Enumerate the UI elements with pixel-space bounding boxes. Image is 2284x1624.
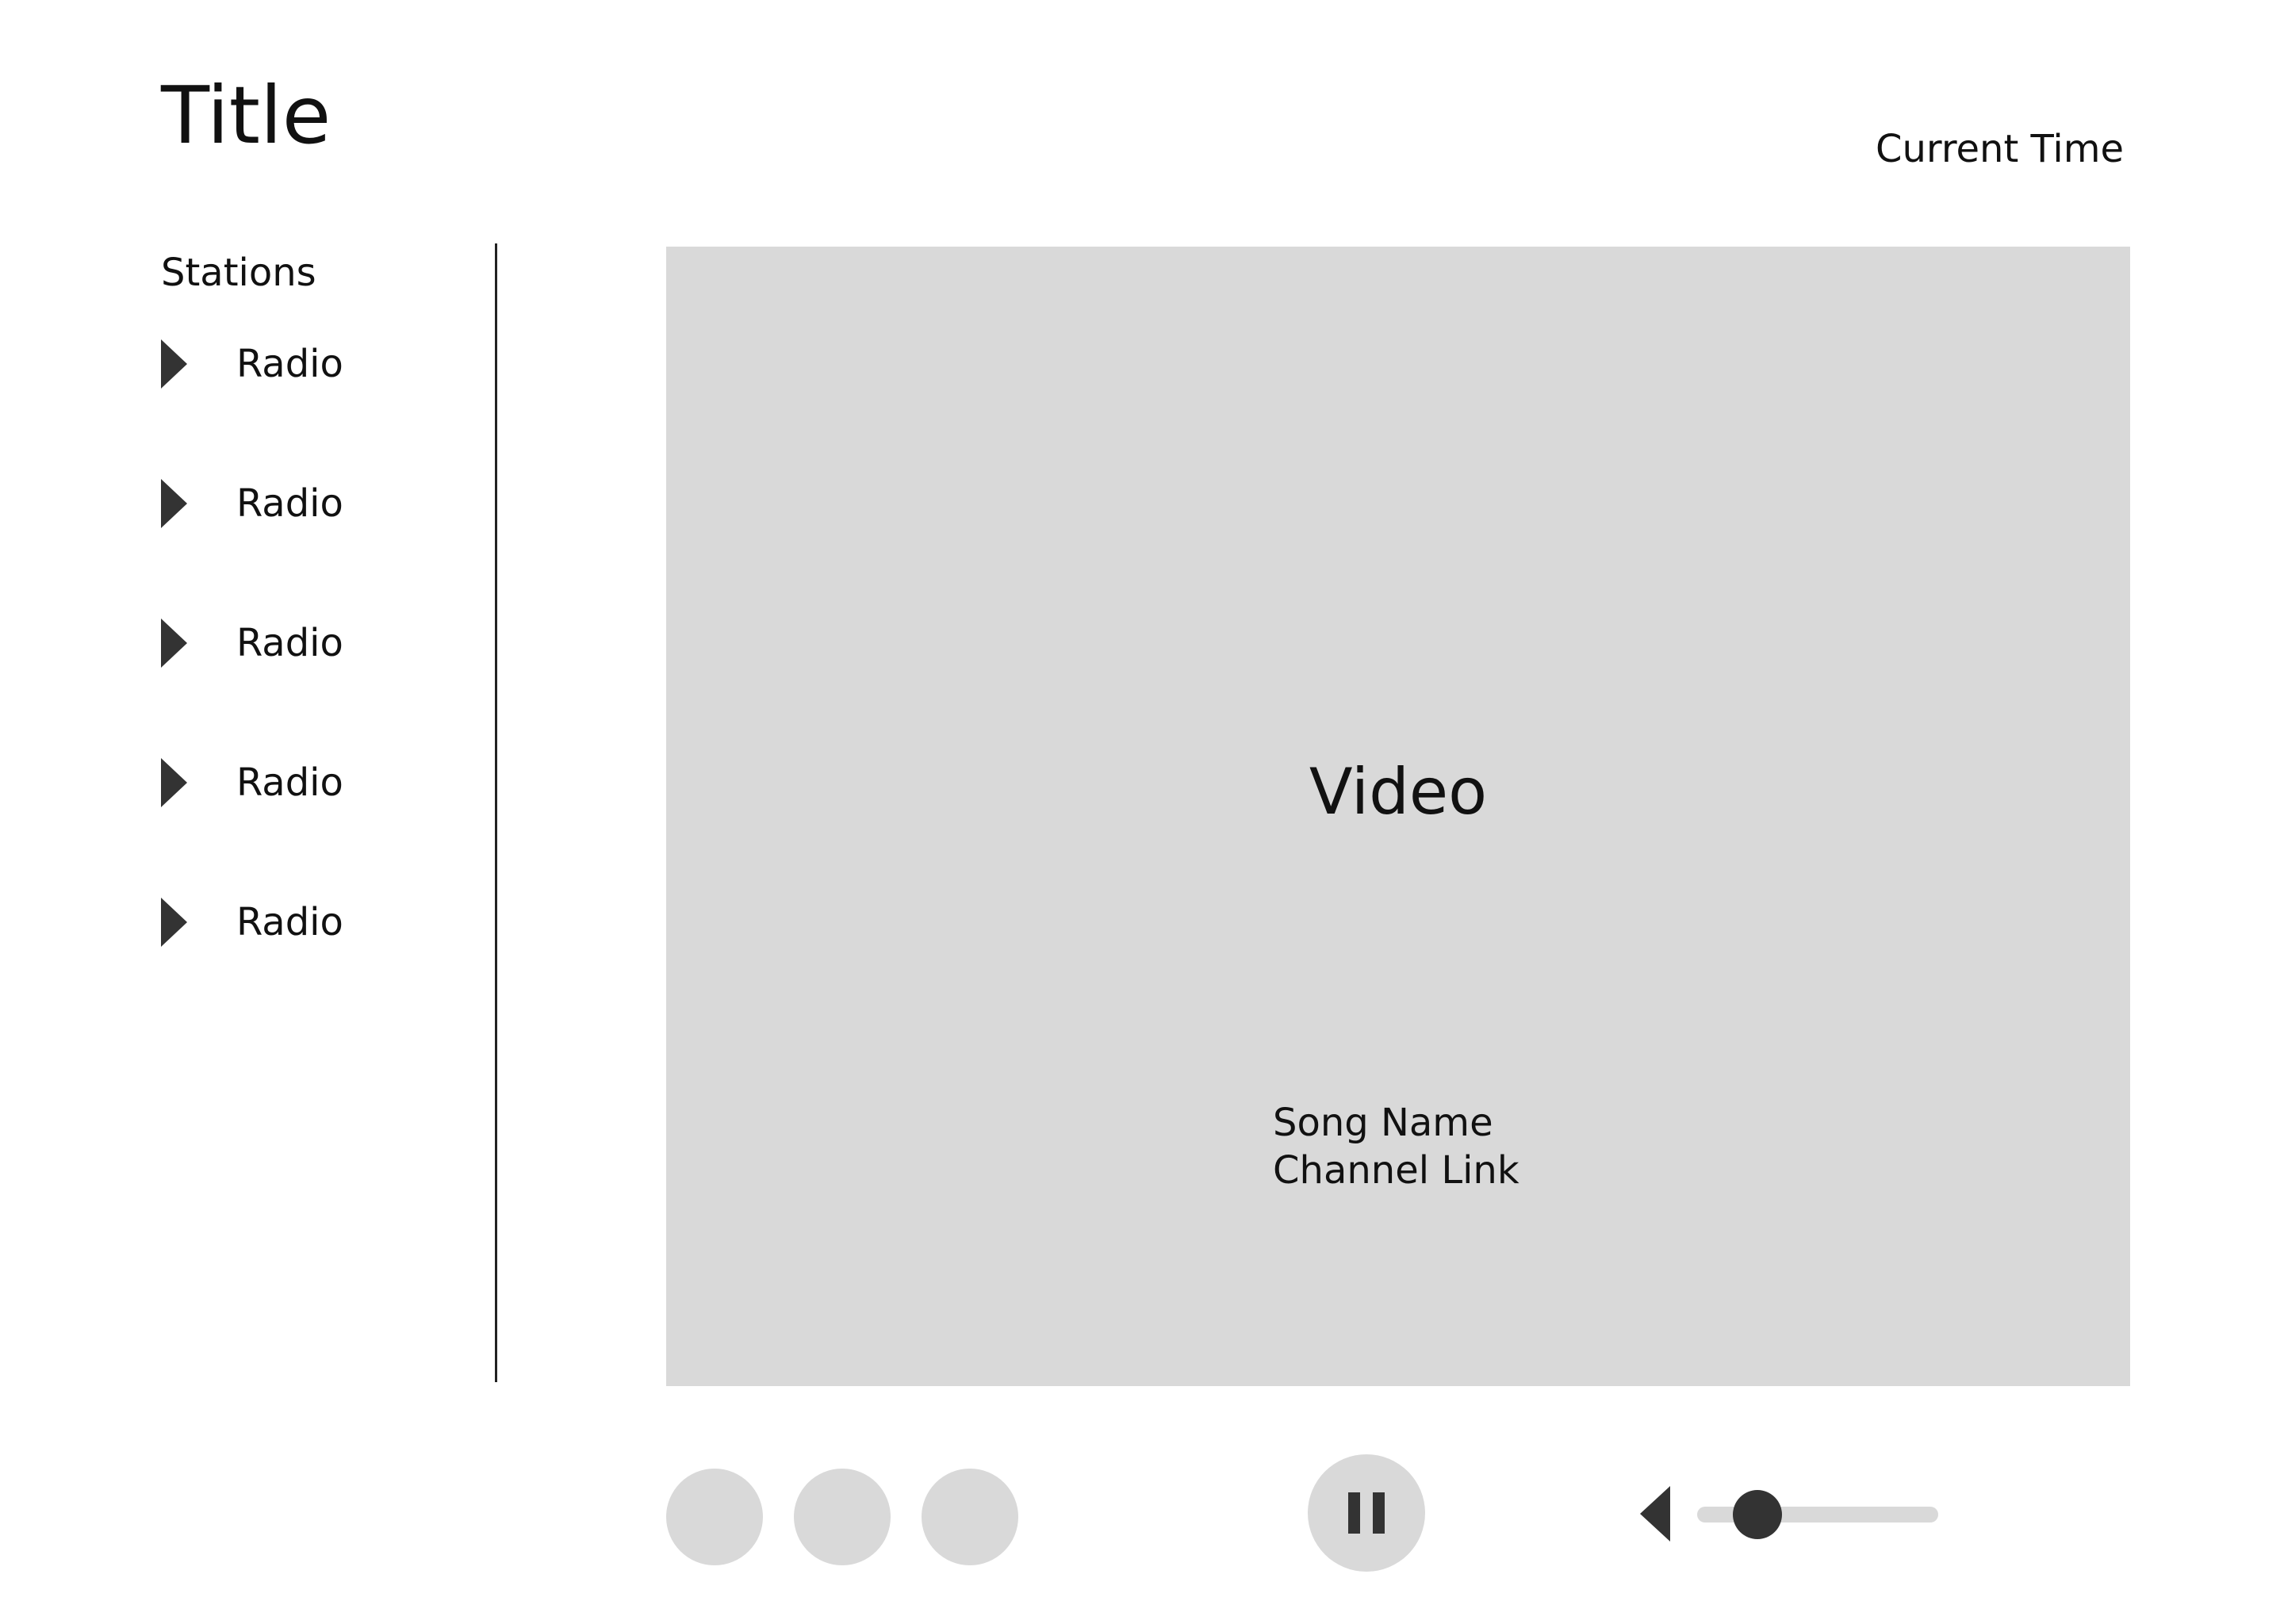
station-item[interactable]: Radio bbox=[161, 898, 494, 947]
station-item[interactable]: Radio bbox=[161, 479, 494, 528]
video-player[interactable]: Video Song Name Channel Link bbox=[666, 247, 2130, 1386]
song-info: Song Name Channel Link bbox=[1273, 1099, 1519, 1194]
station-item[interactable]: Radio bbox=[161, 339, 494, 389]
stations-heading: Stations bbox=[161, 251, 316, 295]
play-arrow-icon bbox=[161, 479, 187, 528]
sidebar-divider bbox=[495, 243, 497, 1382]
station-list: Radio Radio Radio Radio Radio bbox=[161, 339, 494, 947]
station-label: Radio bbox=[236, 760, 343, 805]
stations-sidebar: Stations Radio Radio Radio Radio Radio bbox=[161, 254, 494, 1037]
play-arrow-icon bbox=[161, 898, 187, 947]
page-title: Title bbox=[161, 69, 331, 162]
video-placeholder-label: Video bbox=[1309, 755, 1488, 829]
station-item[interactable]: Radio bbox=[161, 758, 494, 807]
volume-icon[interactable] bbox=[1640, 1486, 1670, 1542]
volume-slider-thumb[interactable] bbox=[1733, 1490, 1782, 1539]
volume-slider[interactable] bbox=[1697, 1490, 1938, 1539]
station-label: Radio bbox=[236, 621, 343, 665]
station-item[interactable]: Radio bbox=[161, 619, 494, 668]
station-label: Radio bbox=[236, 481, 343, 526]
control-button-1[interactable] bbox=[666, 1469, 763, 1565]
play-arrow-icon bbox=[161, 758, 187, 807]
pause-icon bbox=[1348, 1492, 1385, 1534]
play-arrow-icon bbox=[161, 339, 187, 389]
control-button-3[interactable] bbox=[922, 1469, 1018, 1565]
play-arrow-icon bbox=[161, 619, 187, 668]
pause-button[interactable] bbox=[1308, 1454, 1425, 1572]
control-button-2[interactable] bbox=[794, 1469, 891, 1565]
song-name: Song Name bbox=[1273, 1101, 1493, 1145]
station-label: Radio bbox=[236, 342, 343, 386]
station-label: Radio bbox=[236, 900, 343, 944]
channel-link[interactable]: Channel Link bbox=[1273, 1147, 1519, 1194]
current-time: Current Time bbox=[1875, 127, 2124, 171]
